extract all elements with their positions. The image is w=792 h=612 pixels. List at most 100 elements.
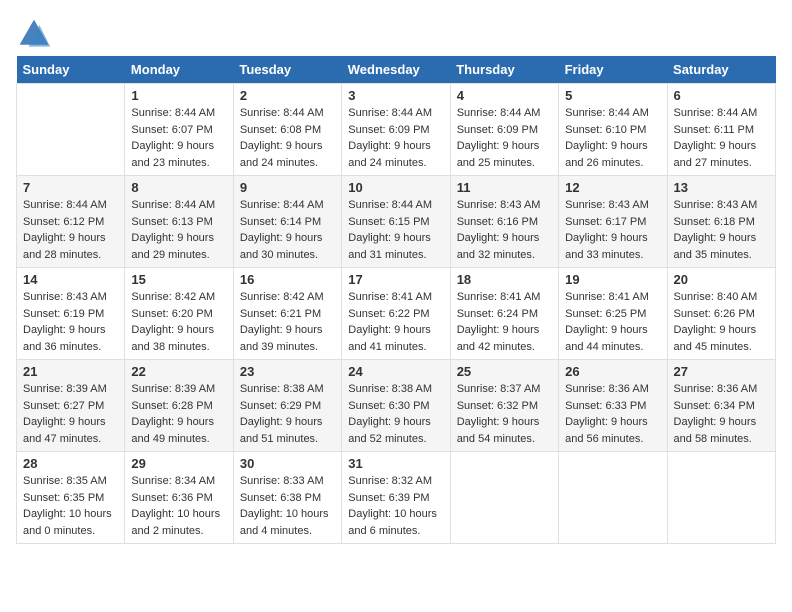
day-info: Sunrise: 8:43 AMSunset: 6:17 PMDaylight:… [565, 197, 660, 263]
day-number: 17 [348, 272, 443, 287]
week-row-4: 21 Sunrise: 8:39 AMSunset: 6:27 PMDayligh… [17, 360, 776, 452]
day-number: 10 [348, 180, 443, 195]
calendar-cell: 29 Sunrise: 8:34 AMSunset: 6:36 PMDayligh… [125, 452, 233, 544]
week-row-1: 1Sunrise: 8:44 AMSunset: 6:07 PMDaylight… [17, 84, 776, 176]
calendar-cell: 10 Sunrise: 8:44 AMSunset: 6:15 PMDayligh… [342, 176, 450, 268]
calendar-cell: 22 Sunrise: 8:39 AMSunset: 6:28 PMDayligh… [125, 360, 233, 452]
day-info: Sunrise: 8:44 AMSunset: 6:14 PMDaylight:… [240, 197, 335, 263]
day-header-monday: Monday [125, 56, 233, 84]
calendar-cell: 2 Sunrise: 8:44 AMSunset: 6:08 PMDaylight… [233, 84, 341, 176]
day-number: 25 [457, 364, 552, 379]
day-number: 18 [457, 272, 552, 287]
calendar-cell: 21 Sunrise: 8:39 AMSunset: 6:27 PMDayligh… [17, 360, 125, 452]
calendar-cell: 19 Sunrise: 8:41 AMSunset: 6:25 PMDayligh… [559, 268, 667, 360]
day-info: Sunrise: 8:44 AMSunset: 6:08 PMDaylight:… [240, 105, 335, 171]
header-row: SundayMondayTuesdayWednesdayThursdayFrid… [17, 56, 776, 84]
day-info: Sunrise: 8:42 AMSunset: 6:20 PMDaylight:… [131, 289, 226, 355]
day-info: Sunrise: 8:44 AMSunset: 6:10 PMDaylight:… [565, 105, 660, 171]
calendar-cell: 14 Sunrise: 8:43 AMSunset: 6:19 PMDayligh… [17, 268, 125, 360]
calendar-cell: 17Sunrise: 8:41 AMSunset: 6:22 PMDayligh… [342, 268, 450, 360]
calendar-table: SundayMondayTuesdayWednesdayThursdayFrid… [16, 56, 776, 544]
day-header-thursday: Thursday [450, 56, 558, 84]
day-number: 12 [565, 180, 660, 195]
day-info: Sunrise: 8:37 AMSunset: 6:32 PMDaylight:… [457, 381, 552, 447]
day-number: 13 [674, 180, 769, 195]
day-number: 1 [131, 88, 226, 103]
day-number: 21 [23, 364, 118, 379]
calendar-cell [450, 452, 558, 544]
day-info: Sunrise: 8:43 AMSunset: 6:16 PMDaylight:… [457, 197, 552, 263]
day-info: Sunrise: 8:40 AMSunset: 6:26 PMDaylight:… [674, 289, 769, 355]
day-number: 15 [131, 272, 226, 287]
day-info: Sunrise: 8:43 AMSunset: 6:19 PMDaylight:… [23, 289, 118, 355]
day-number: 4 [457, 88, 552, 103]
calendar-cell: 5 Sunrise: 8:44 AMSunset: 6:10 PMDaylight… [559, 84, 667, 176]
day-info: Sunrise: 8:44 AMSunset: 6:15 PMDaylight:… [348, 197, 443, 263]
day-info: Sunrise: 8:43 AMSunset: 6:18 PMDaylight:… [674, 197, 769, 263]
calendar-cell: 27 Sunrise: 8:36 AMSunset: 6:34 PMDayligh… [667, 360, 775, 452]
calendar-cell: 31Sunrise: 8:32 AMSunset: 6:39 PMDayligh… [342, 452, 450, 544]
week-row-5: 28 Sunrise: 8:35 AMSunset: 6:35 PMDayligh… [17, 452, 776, 544]
day-info: Sunrise: 8:34 AMSunset: 6:36 PMDaylight:… [131, 473, 226, 539]
day-info: Sunrise: 8:44 AMSunset: 6:09 PMDaylight:… [457, 105, 552, 171]
day-info: Sunrise: 8:35 AMSunset: 6:35 PMDaylight:… [23, 473, 118, 539]
day-number: 24 [348, 364, 443, 379]
calendar-cell: 12 Sunrise: 8:43 AMSunset: 6:17 PMDayligh… [559, 176, 667, 268]
calendar-cell: 3Sunrise: 8:44 AMSunset: 6:09 PMDaylight… [342, 84, 450, 176]
calendar-cell [559, 452, 667, 544]
day-header-friday: Friday [559, 56, 667, 84]
calendar-cell: 13 Sunrise: 8:43 AMSunset: 6:18 PMDayligh… [667, 176, 775, 268]
day-info: Sunrise: 8:36 AMSunset: 6:34 PMDaylight:… [674, 381, 769, 447]
day-info: Sunrise: 8:32 AMSunset: 6:39 PMDaylight:… [348, 473, 443, 539]
day-number: 5 [565, 88, 660, 103]
day-info: Sunrise: 8:38 AMSunset: 6:30 PMDaylight:… [348, 381, 443, 447]
day-number: 26 [565, 364, 660, 379]
calendar-cell [17, 84, 125, 176]
calendar-cell: 26 Sunrise: 8:36 AMSunset: 6:33 PMDayligh… [559, 360, 667, 452]
day-number: 8 [131, 180, 226, 195]
calendar-cell: 28 Sunrise: 8:35 AMSunset: 6:35 PMDayligh… [17, 452, 125, 544]
day-number: 30 [240, 456, 335, 471]
day-number: 7 [23, 180, 118, 195]
day-number: 2 [240, 88, 335, 103]
week-row-3: 14 Sunrise: 8:43 AMSunset: 6:19 PMDayligh… [17, 268, 776, 360]
day-header-sunday: Sunday [17, 56, 125, 84]
day-info: Sunrise: 8:39 AMSunset: 6:28 PMDaylight:… [131, 381, 226, 447]
calendar-cell: 30 Sunrise: 8:33 AMSunset: 6:38 PMDayligh… [233, 452, 341, 544]
calendar-cell: 20 Sunrise: 8:40 AMSunset: 6:26 PMDayligh… [667, 268, 775, 360]
day-header-tuesday: Tuesday [233, 56, 341, 84]
calendar-cell: 11 Sunrise: 8:43 AMSunset: 6:16 PMDayligh… [450, 176, 558, 268]
calendar-cell: 25 Sunrise: 8:37 AMSunset: 6:32 PMDayligh… [450, 360, 558, 452]
day-info: Sunrise: 8:33 AMSunset: 6:38 PMDaylight:… [240, 473, 335, 539]
week-row-2: 7Sunrise: 8:44 AMSunset: 6:12 PMDaylight… [17, 176, 776, 268]
day-number: 14 [23, 272, 118, 287]
calendar-cell: 9 Sunrise: 8:44 AMSunset: 6:14 PMDaylight… [233, 176, 341, 268]
calendar-cell: 15 Sunrise: 8:42 AMSunset: 6:20 PMDayligh… [125, 268, 233, 360]
day-number: 27 [674, 364, 769, 379]
calendar-cell: 7Sunrise: 8:44 AMSunset: 6:12 PMDaylight… [17, 176, 125, 268]
day-number: 11 [457, 180, 552, 195]
day-number: 29 [131, 456, 226, 471]
day-number: 9 [240, 180, 335, 195]
day-number: 23 [240, 364, 335, 379]
calendar-cell: 1Sunrise: 8:44 AMSunset: 6:07 PMDaylight… [125, 84, 233, 176]
day-info: Sunrise: 8:36 AMSunset: 6:33 PMDaylight:… [565, 381, 660, 447]
day-number: 28 [23, 456, 118, 471]
day-info: Sunrise: 8:41 AMSunset: 6:25 PMDaylight:… [565, 289, 660, 355]
day-number: 22 [131, 364, 226, 379]
day-info: Sunrise: 8:44 AMSunset: 6:11 PMDaylight:… [674, 105, 769, 171]
calendar-cell: 23 Sunrise: 8:38 AMSunset: 6:29 PMDayligh… [233, 360, 341, 452]
day-number: 20 [674, 272, 769, 287]
day-number: 16 [240, 272, 335, 287]
day-number: 6 [674, 88, 769, 103]
day-info: Sunrise: 8:42 AMSunset: 6:21 PMDaylight:… [240, 289, 335, 355]
calendar-cell: 6 Sunrise: 8:44 AMSunset: 6:11 PMDaylight… [667, 84, 775, 176]
calendar-cell: 18Sunrise: 8:41 AMSunset: 6:24 PMDayligh… [450, 268, 558, 360]
day-info: Sunrise: 8:38 AMSunset: 6:29 PMDaylight:… [240, 381, 335, 447]
page-header [16, 16, 776, 52]
day-header-saturday: Saturday [667, 56, 775, 84]
day-info: Sunrise: 8:44 AMSunset: 6:09 PMDaylight:… [348, 105, 443, 171]
day-info: Sunrise: 8:39 AMSunset: 6:27 PMDaylight:… [23, 381, 118, 447]
day-info: Sunrise: 8:44 AMSunset: 6:13 PMDaylight:… [131, 197, 226, 263]
day-number: 19 [565, 272, 660, 287]
